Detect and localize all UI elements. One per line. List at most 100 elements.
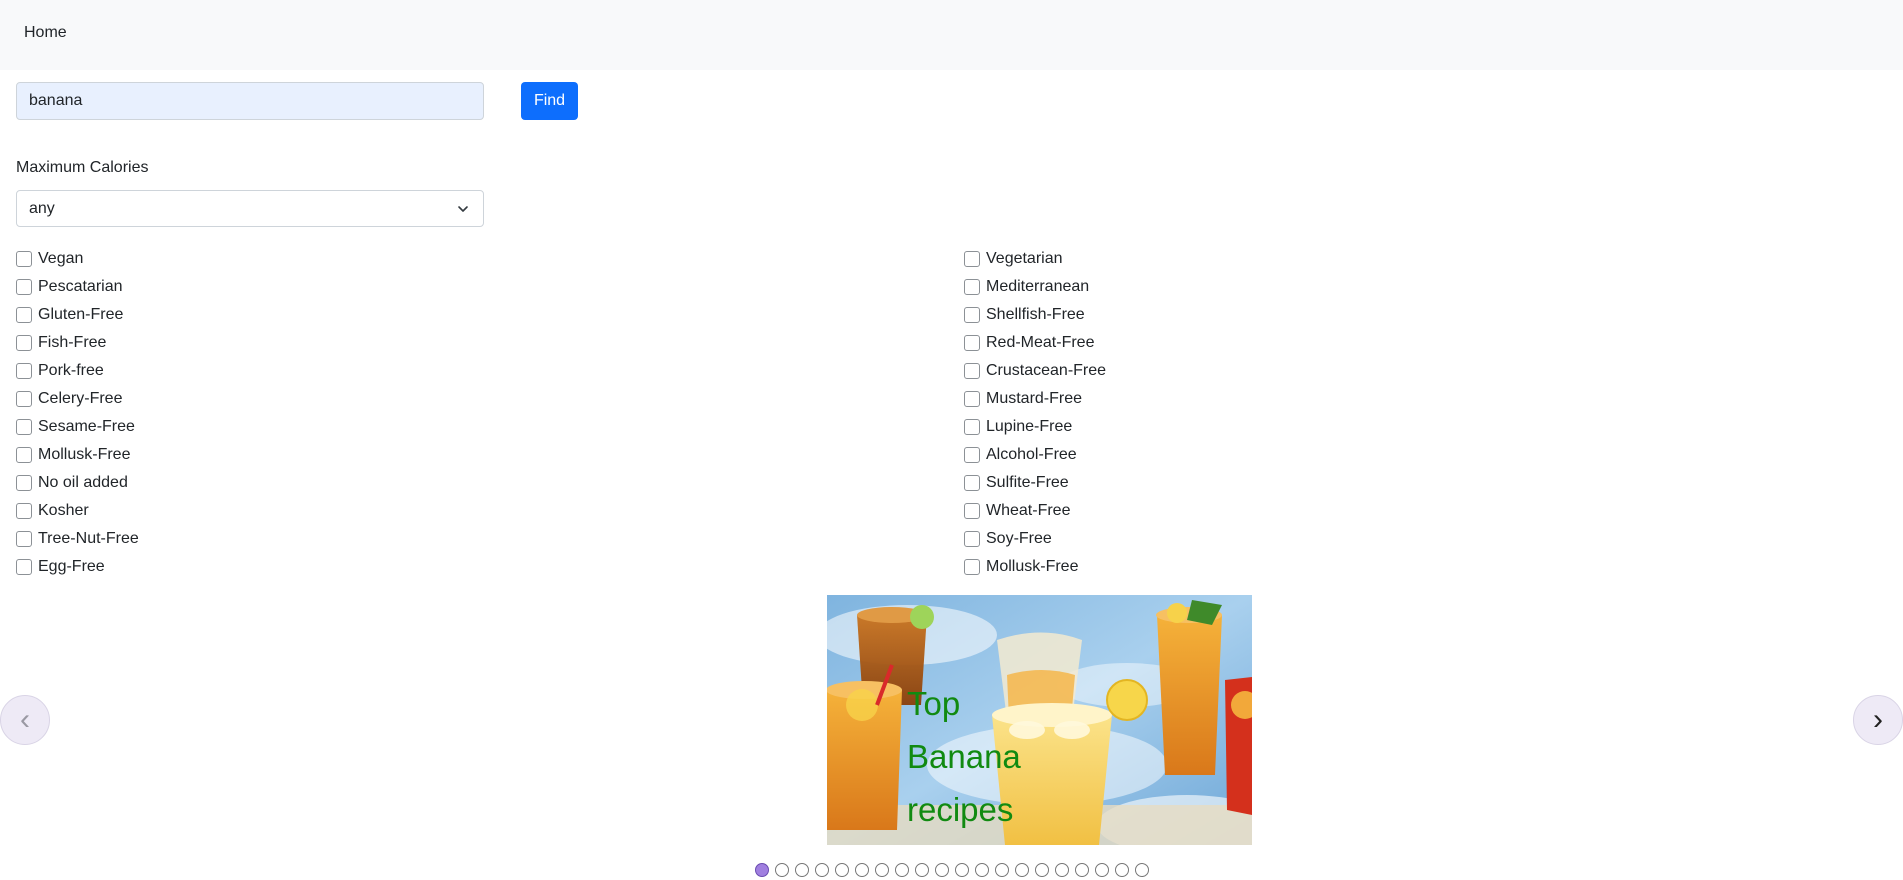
find-button[interactable]: Find: [521, 82, 578, 120]
health-filter-checkbox[interactable]: [964, 503, 980, 519]
carousel-prev-button[interactable]: ‹: [0, 695, 50, 745]
health-filter-option[interactable]: Sulfite-Free: [964, 469, 1106, 497]
health-filter-option[interactable]: Egg-Free: [16, 553, 139, 581]
carousel-indicator-dot[interactable]: [1055, 863, 1069, 877]
health-filter-label: Soy-Free: [986, 530, 1052, 547]
max-calories-label: Maximum Calories: [16, 159, 149, 176]
carousel-indicator-dot[interactable]: [1115, 863, 1129, 877]
health-filter-option[interactable]: Vegan: [16, 245, 139, 273]
health-filter-option[interactable]: Crustacean-Free: [964, 357, 1106, 385]
health-filter-checkbox[interactable]: [16, 531, 32, 547]
health-filter-option[interactable]: Mediterranean: [964, 273, 1106, 301]
health-filter-checkbox[interactable]: [964, 391, 980, 407]
max-calories-select[interactable]: any: [16, 190, 484, 227]
health-filters-right: Vegetarian Mediterranean Shellfish-Free Red…: [964, 245, 1106, 581]
health-filter-option[interactable]: Mustard-Free: [964, 385, 1106, 413]
health-filter-label: Shellfish-Free: [986, 306, 1085, 323]
carousel-slide[interactable]: Top Banana recipes: [827, 595, 1252, 845]
carousel-indicator-dot[interactable]: [975, 863, 989, 877]
health-filter-option[interactable]: Fish-Free: [16, 329, 139, 357]
carousel-indicator-dot[interactable]: [775, 863, 789, 877]
health-filter-option[interactable]: Vegetarian: [964, 245, 1106, 273]
health-filter-checkbox[interactable]: [16, 391, 32, 407]
carousel-indicators: [755, 863, 1155, 877]
health-filter-checkbox[interactable]: [16, 419, 32, 435]
chevron-right-icon: ›: [1873, 703, 1883, 736]
health-filter-option[interactable]: Mollusk-Free: [964, 553, 1106, 581]
carousel-indicator-dot[interactable]: [1015, 863, 1029, 877]
carousel-next-button[interactable]: ›: [1853, 695, 1903, 745]
health-filter-label: Gluten-Free: [38, 306, 124, 323]
health-filter-checkbox[interactable]: [16, 363, 32, 379]
health-filter-label: Celery-Free: [38, 390, 123, 407]
health-filter-option[interactable]: Alcohol-Free: [964, 441, 1106, 469]
health-filter-label: Red-Meat-Free: [986, 334, 1095, 351]
health-filter-checkbox[interactable]: [16, 307, 32, 323]
carousel-indicator-dot[interactable]: [755, 863, 769, 877]
health-filter-label: Mediterranean: [986, 278, 1090, 295]
health-filter-option[interactable]: Tree-Nut-Free: [16, 525, 139, 553]
health-filter-checkbox[interactable]: [964, 419, 980, 435]
carousel-indicator-dot[interactable]: [795, 863, 809, 877]
health-filter-checkbox[interactable]: [964, 531, 980, 547]
health-filter-checkbox[interactable]: [16, 447, 32, 463]
health-filter-option[interactable]: Kosher: [16, 497, 139, 525]
carousel-indicator-dot[interactable]: [1095, 863, 1109, 877]
health-filter-checkbox[interactable]: [964, 251, 980, 267]
health-filter-checkbox[interactable]: [964, 363, 980, 379]
health-filter-option[interactable]: Celery-Free: [16, 385, 139, 413]
health-filter-checkbox[interactable]: [16, 251, 32, 267]
health-filter-label: Mustard-Free: [986, 390, 1083, 407]
health-filter-option[interactable]: No oil added: [16, 469, 139, 497]
health-filter-label: Pork-free: [38, 362, 104, 379]
max-calories-value: any: [29, 200, 55, 217]
health-filter-checkbox[interactable]: [16, 335, 32, 351]
health-filter-option[interactable]: Mollusk-Free: [16, 441, 139, 469]
nav-home-link[interactable]: Home: [24, 24, 67, 42]
health-filter-label: Sesame-Free: [38, 418, 135, 435]
carousel-indicator-dot[interactable]: [875, 863, 889, 877]
health-filter-option[interactable]: Wheat-Free: [964, 497, 1106, 525]
health-filter-option[interactable]: Gluten-Free: [16, 301, 139, 329]
carousel-indicator-dot[interactable]: [815, 863, 829, 877]
carousel-indicator-dot[interactable]: [855, 863, 869, 877]
carousel-indicator-dot[interactable]: [895, 863, 909, 877]
carousel-indicator-dot[interactable]: [915, 863, 929, 877]
health-filter-checkbox[interactable]: [964, 279, 980, 295]
health-filter-checkbox[interactable]: [964, 475, 980, 491]
health-filter-label: Lupine-Free: [986, 418, 1073, 435]
carousel-indicator-dot[interactable]: [835, 863, 849, 877]
health-filter-option[interactable]: Red-Meat-Free: [964, 329, 1106, 357]
health-filter-option[interactable]: Soy-Free: [964, 525, 1106, 553]
recipe-carousel: ‹ Top Banana recipes ›: [0, 595, 1903, 880]
health-filter-option[interactable]: Pescatarian: [16, 273, 139, 301]
health-filter-checkbox[interactable]: [964, 335, 980, 351]
carousel-indicator-dot[interactable]: [995, 863, 1009, 877]
health-filter-checkbox[interactable]: [16, 279, 32, 295]
health-filter-option[interactable]: Pork-free: [16, 357, 139, 385]
health-filter-label: Wheat-Free: [986, 502, 1071, 519]
health-filter-option[interactable]: Sesame-Free: [16, 413, 139, 441]
health-filter-label: Kosher: [38, 502, 89, 519]
health-filter-checkbox[interactable]: [16, 475, 32, 491]
health-filter-label: No oil added: [38, 474, 128, 491]
carousel-indicator-dot[interactable]: [935, 863, 949, 877]
health-filter-checkbox[interactable]: [964, 307, 980, 323]
health-filter-checkbox[interactable]: [16, 503, 32, 519]
health-filter-option[interactable]: Lupine-Free: [964, 413, 1106, 441]
health-filter-checkbox[interactable]: [16, 559, 32, 575]
search-input[interactable]: [16, 82, 484, 120]
health-filter-label: Mollusk-Free: [38, 446, 131, 463]
health-filter-checkbox[interactable]: [964, 559, 980, 575]
health-filter-option[interactable]: Shellfish-Free: [964, 301, 1106, 329]
health-filter-checkbox[interactable]: [964, 447, 980, 463]
carousel-indicator-dot[interactable]: [1035, 863, 1049, 877]
slide-title: Top Banana recipes: [907, 685, 1021, 828]
health-filter-label: Tree-Nut-Free: [38, 530, 139, 547]
health-filter-label: Vegetarian: [986, 250, 1063, 267]
health-filter-label: Sulfite-Free: [986, 474, 1069, 491]
carousel-indicator-dot[interactable]: [1135, 863, 1149, 877]
carousel-indicator-dot[interactable]: [955, 863, 969, 877]
carousel-indicator-dot[interactable]: [1075, 863, 1089, 877]
health-filter-label: Mollusk-Free: [986, 558, 1079, 575]
